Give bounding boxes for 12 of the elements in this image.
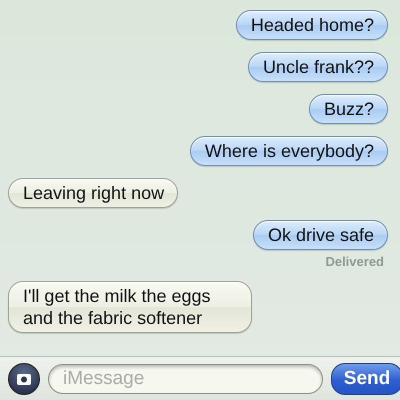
message-bubble: Buzz? (308, 94, 388, 124)
message-bubble: I'll get the milk the eggs and the fabric softener (8, 281, 252, 333)
message-bubble: Leaving right now (8, 178, 178, 208)
camera-icon (16, 372, 32, 386)
send-button[interactable]: Send (331, 362, 400, 394)
message-field[interactable]: iMessage (48, 364, 323, 394)
delivery-status: Delivered (325, 254, 384, 269)
message-bubble: Where is everybody? (190, 136, 388, 166)
camera-button[interactable] (8, 362, 40, 394)
message-bubble: Uncle frank?? (248, 52, 388, 82)
message-bubble: Ok drive safe (252, 220, 388, 250)
message-bubble: Headed home? (236, 10, 388, 40)
